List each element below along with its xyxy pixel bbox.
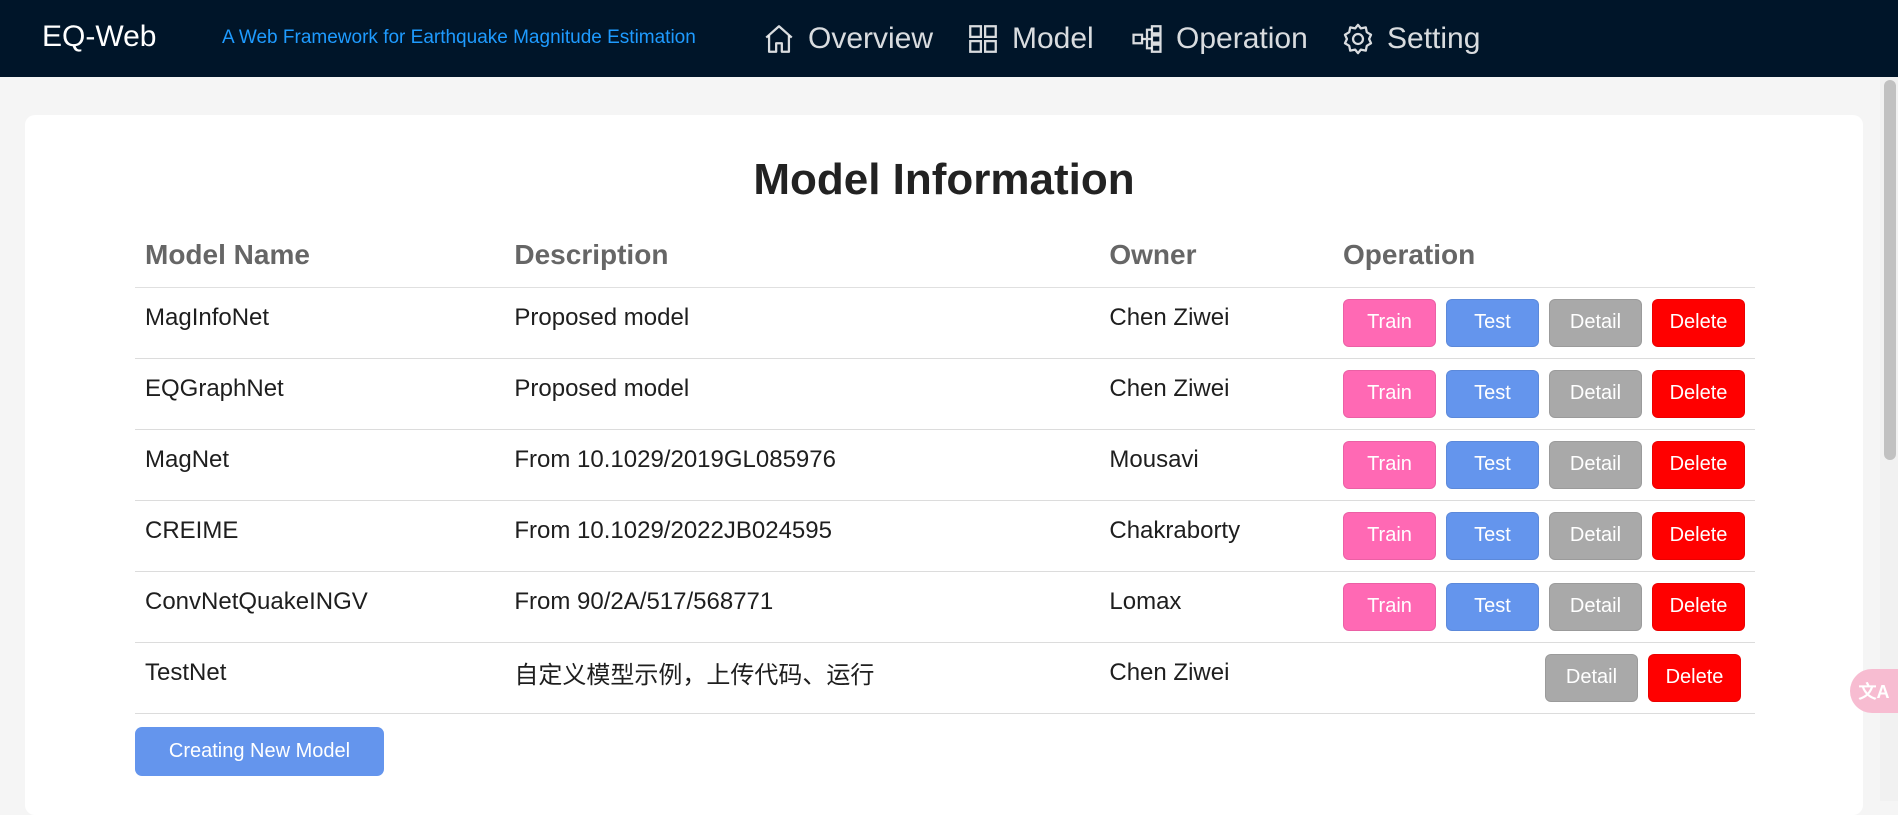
workflow-icon <box>1130 22 1164 56</box>
nav-item-overview[interactable]: Overview <box>762 0 933 77</box>
nav-item-label: Model <box>1012 21 1094 55</box>
description-cell: From 90/2A/517/568771 <box>504 571 1100 643</box>
delete-button[interactable]: Delete <box>1651 511 1745 560</box>
nav-item-model[interactable]: Model <box>966 0 1094 77</box>
test-button[interactable]: Test <box>1445 440 1539 489</box>
table-row: MagInfoNet Proposed model Chen Ziwei Tra… <box>135 287 1755 359</box>
model-table: Model Name Description Owner Operation M… <box>135 223 1755 714</box>
create-new-model-button[interactable]: Creating New Model <box>135 727 384 776</box>
nav-item-setting[interactable]: Setting <box>1341 0 1480 77</box>
scrollbar-thumb[interactable] <box>1884 80 1896 460</box>
owner-cell: Chakraborty <box>1099 500 1333 572</box>
nav-item-label: Operation <box>1176 21 1308 55</box>
model-name-cell: TestNet <box>135 642 505 714</box>
delete-button[interactable]: Delete <box>1648 653 1741 702</box>
page-title: Model Information <box>753 155 1135 204</box>
brand-logo[interactable]: EQ-Web <box>42 20 156 54</box>
owner-cell: Chen Ziwei <box>1099 287 1333 359</box>
delete-button[interactable]: Delete <box>1651 298 1745 347</box>
test-button[interactable]: Test <box>1445 298 1539 347</box>
delete-button[interactable]: Delete <box>1651 440 1745 489</box>
table-row: CREIME From 10.1029/2022JB024595 Chakrab… <box>135 500 1755 572</box>
grid-icon <box>966 22 1000 56</box>
table-header-row: Model Name Description Owner Operation <box>135 223 1755 288</box>
owner-cell: Chen Ziwei <box>1099 358 1333 430</box>
model-name-cell: ConvNetQuakeINGV <box>135 571 505 643</box>
train-button[interactable]: Train <box>1342 298 1436 347</box>
model-name-cell: MagNet <box>135 429 505 501</box>
nav-item-label: Setting <box>1387 21 1481 55</box>
column-header-description: Description <box>504 223 1100 288</box>
description-cell: Proposed model <box>504 287 1100 359</box>
nav-item-operation[interactable]: Operation <box>1130 0 1308 77</box>
model-name-cell: CREIME <box>135 500 505 572</box>
detail-button[interactable]: Detail <box>1548 369 1642 418</box>
description-cell: 自定义模型示例，上传代码、运行 <box>504 642 1100 714</box>
detail-button[interactable]: Detail <box>1545 653 1638 702</box>
operation-cell: Detail Delete <box>1332 642 1755 714</box>
train-button[interactable]: Train <box>1342 582 1436 631</box>
model-name-cell: EQGraphNet <box>135 358 505 430</box>
test-button[interactable]: Test <box>1445 511 1539 560</box>
gear-icon <box>1341 22 1375 56</box>
operation-cell: Train Test Detail Delete <box>1332 500 1755 572</box>
train-button[interactable]: Train <box>1342 369 1436 418</box>
detail-button[interactable]: Detail <box>1548 582 1642 631</box>
table-row: MagNet From 10.1029/2019GL085976 Mousavi… <box>135 429 1755 501</box>
operation-cell: Train Test Detail Delete <box>1332 571 1755 643</box>
description-cell: From 10.1029/2022JB024595 <box>504 500 1100 572</box>
table-row: EQGraphNet Proposed model Chen Ziwei Tra… <box>135 358 1755 430</box>
owner-cell: Lomax <box>1099 571 1333 643</box>
description-cell: From 10.1029/2019GL085976 <box>504 429 1100 501</box>
test-button[interactable]: Test <box>1445 582 1539 631</box>
detail-button[interactable]: Detail <box>1548 511 1642 560</box>
app-subtitle: A Web Framework for Earthquake Magnitude… <box>222 27 696 48</box>
nav-item-label: Overview <box>808 21 934 55</box>
train-button[interactable]: Train <box>1342 440 1436 489</box>
top-navigation-bar: EQ-Web A Web Framework for Earthquake Ma… <box>0 0 1898 77</box>
translate-icon[interactable]: 文A <box>1850 669 1898 713</box>
delete-button[interactable]: Delete <box>1651 582 1745 631</box>
table-row: ConvNetQuakeINGV From 90/2A/517/568771 L… <box>135 571 1755 643</box>
description-cell: Proposed model <box>504 358 1100 430</box>
detail-button[interactable]: Detail <box>1548 298 1642 347</box>
model-name-cell: MagInfoNet <box>135 287 505 359</box>
operation-cell: Train Test Detail Delete <box>1332 358 1755 430</box>
test-button[interactable]: Test <box>1445 369 1539 418</box>
train-button[interactable]: Train <box>1342 511 1436 560</box>
column-header-owner: Owner <box>1099 223 1333 288</box>
operation-cell: Train Test Detail Delete <box>1332 287 1755 359</box>
column-header-model-name: Model Name <box>135 223 505 288</box>
table-row: TestNet 自定义模型示例，上传代码、运行 Chen Ziwei Detai… <box>135 642 1755 714</box>
owner-cell: Chen Ziwei <box>1099 642 1333 714</box>
column-header-operation: Operation <box>1332 223 1755 288</box>
detail-button[interactable]: Detail <box>1548 440 1642 489</box>
delete-button[interactable]: Delete <box>1651 369 1745 418</box>
home-icon <box>762 22 796 56</box>
operation-cell: Train Test Detail Delete <box>1332 429 1755 501</box>
model-info-card: Model Information Model Name Description… <box>25 115 1863 815</box>
owner-cell: Mousavi <box>1099 429 1333 501</box>
